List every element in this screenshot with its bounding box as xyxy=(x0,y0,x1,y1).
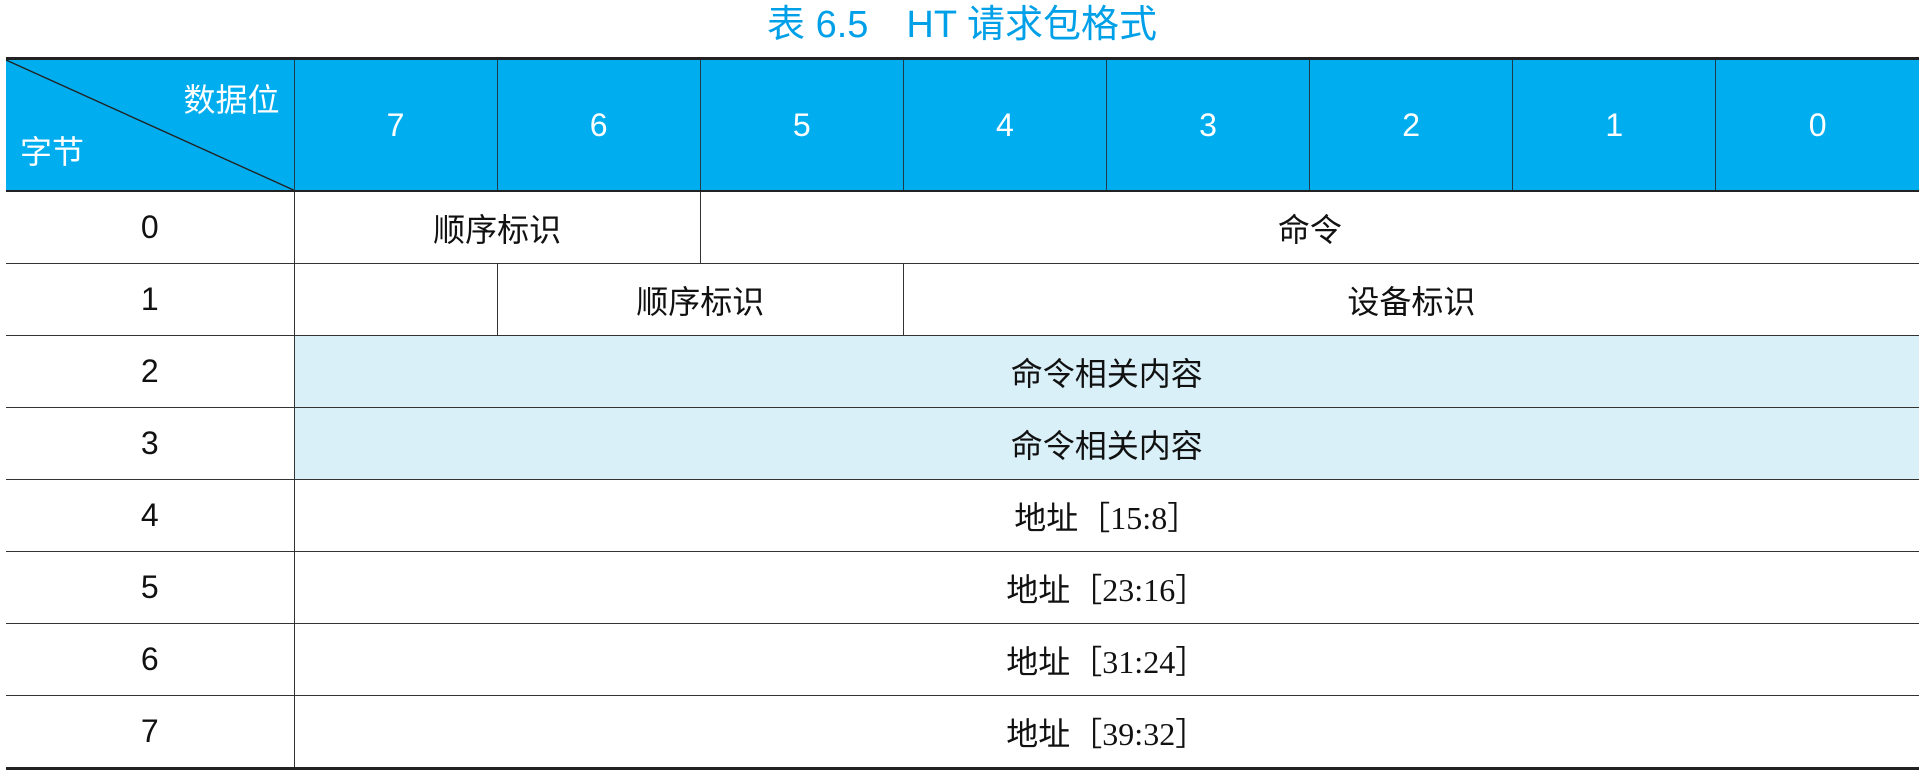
table-row: 6 地址［31:24］ xyxy=(6,623,1919,696)
sequence-id-field: 顺序标识 xyxy=(496,263,904,336)
command-content-field: 命令相关内容 xyxy=(293,407,1919,480)
address-field: 地址［39:32］ xyxy=(293,695,1919,769)
table-row: 4 地址［15:8］ xyxy=(6,479,1919,552)
address-field: 地址［31:24］ xyxy=(293,623,1919,696)
table-row: 7 地址［39:32］ xyxy=(6,695,1919,769)
byte-index-cell: 2 xyxy=(6,335,294,408)
bit-header-4: 4 xyxy=(902,58,1107,192)
bit-header-0: 0 xyxy=(1715,58,1919,192)
bit-header-7: 7 xyxy=(293,58,498,192)
empty-field xyxy=(293,263,498,336)
diagonal-divider xyxy=(6,60,294,190)
bit-header-6: 6 xyxy=(496,58,701,192)
bit-header-5: 5 xyxy=(699,58,904,192)
address-field: 地址［15:8］ xyxy=(293,479,1919,552)
corner-header-cell: 数据位 字节 xyxy=(6,58,294,192)
table-row: 1 顺序标识 设备标识 xyxy=(6,263,1919,336)
sequence-id-field: 顺序标识 xyxy=(293,191,701,264)
table-row: 5 地址［23:16］ xyxy=(6,551,1919,624)
table-row: 2 命令相关内容 xyxy=(6,335,1919,408)
byte-axis-label: 字节 xyxy=(20,134,85,170)
table-row: 0 顺序标识 命令 xyxy=(6,191,1919,264)
byte-index-cell: 7 xyxy=(6,695,294,769)
table-caption: 表 6.5 HT 请求包格式 xyxy=(767,4,1157,46)
byte-index-cell: 6 xyxy=(6,623,294,696)
byte-index-cell: 4 xyxy=(6,479,294,552)
ht-request-packet-table: 数据位 字节 7 6 5 4 3 2 1 0 0 顺序标识 命令 1 顺序标识 … xyxy=(6,57,1919,770)
corner-box: 数据位 字节 xyxy=(6,60,294,190)
bit-header-2: 2 xyxy=(1309,58,1513,192)
command-field: 命令 xyxy=(699,191,1919,264)
header-row: 数据位 字节 7 6 5 4 3 2 1 0 xyxy=(6,58,1919,192)
byte-index-cell: 1 xyxy=(6,263,294,336)
bit-header-1: 1 xyxy=(1512,58,1716,192)
byte-index-cell: 3 xyxy=(6,407,294,480)
table-row: 3 命令相关内容 xyxy=(6,407,1919,480)
command-content-field: 命令相关内容 xyxy=(293,335,1919,408)
bit-axis-label: 数据位 xyxy=(183,82,280,118)
address-field: 地址［23:16］ xyxy=(293,551,1919,624)
byte-index-cell: 5 xyxy=(6,551,294,624)
byte-index-cell: 0 xyxy=(140,209,159,245)
bit-header-3: 3 xyxy=(1105,58,1310,192)
device-id-field: 设备标识 xyxy=(902,263,1919,336)
